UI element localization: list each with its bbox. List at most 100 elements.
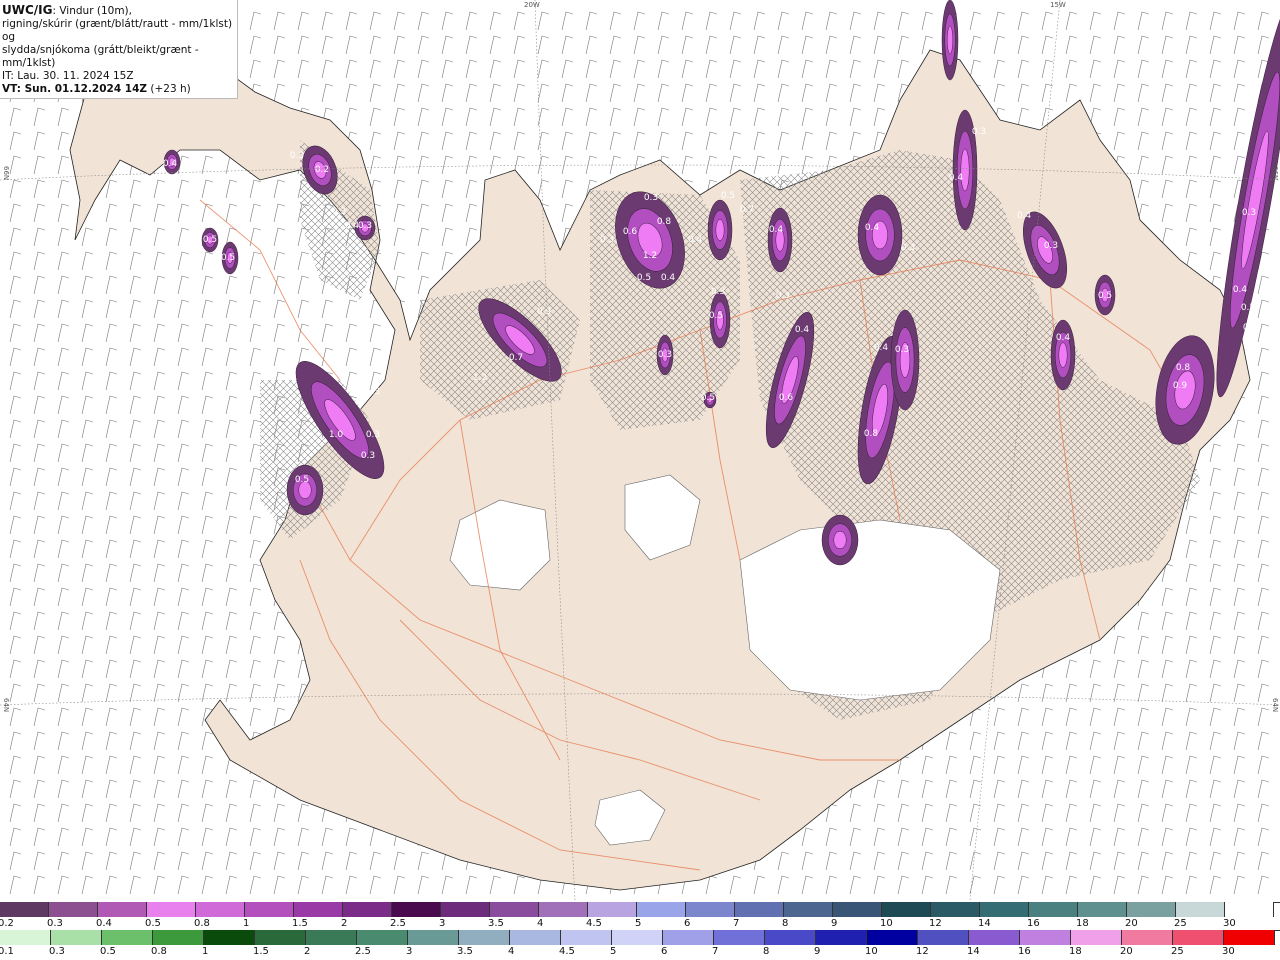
- precip-value-label: 0.3: [77, 235, 91, 245]
- rain-legend-swatch: [306, 930, 357, 945]
- snow-legend-swatch: [294, 902, 343, 917]
- snow-legend-tick-label: 18: [1076, 918, 1089, 929]
- snow-precip-area: [715, 219, 725, 241]
- rain-legend-tick-label: 2.5: [355, 946, 371, 957]
- rain-legend-tick-label: 3.5: [457, 946, 473, 957]
- rain-legend-tick-label: 0.5: [100, 946, 116, 957]
- precip-value-label: 0.8: [657, 217, 672, 227]
- precip-value-label: 0.4: [795, 325, 810, 335]
- rain-legend-swatch: [510, 930, 561, 945]
- rain-legend-tick-label: 10: [865, 946, 878, 957]
- rain-legend-tick-label: 3: [406, 946, 413, 957]
- rain-legend-swatch: [1224, 930, 1275, 945]
- rain-legend-tick-label: 20: [1120, 946, 1133, 957]
- model-name: UWC/IG: [2, 3, 53, 17]
- snow-legend-tick-label: 25: [1174, 918, 1187, 929]
- snow-legend-swatch: [833, 902, 882, 917]
- precip-value-label: 0.5: [721, 191, 735, 201]
- snow-precip-area: [833, 531, 847, 549]
- snow-legend-tick-label: 2.5: [390, 918, 406, 929]
- precip-value-label: 0.9: [537, 307, 552, 317]
- precip-value-label: 0.4: [345, 221, 360, 231]
- precip-value-label: 0.3: [972, 127, 986, 137]
- precip-value-label: 0.2: [864, 573, 878, 583]
- precip-value-label: 0.3: [1044, 241, 1058, 251]
- rain-legend-tick-label: 0.1: [0, 946, 14, 957]
- rain-legend-tick-label: 6: [661, 946, 668, 957]
- rain-legend-tick-label: 4.5: [559, 946, 575, 957]
- snow-precip-area: [960, 148, 970, 192]
- initial-time: IT: Lau. 30. 11. 2024 15Z: [2, 70, 134, 82]
- rain-legend-tick-label: 9: [814, 946, 821, 957]
- snow-legend-swatch: [392, 902, 441, 917]
- rain-legend-swatch: [561, 930, 612, 945]
- lon-label-20w: 20W: [524, 1, 540, 9]
- snow-legend-swatch: [98, 902, 147, 917]
- snow-legend-tick-label: 7: [733, 918, 740, 929]
- precip-value-label: 0.3: [290, 151, 304, 161]
- precip-value-label: 1.0: [329, 430, 344, 440]
- snow-legend-swatch: [49, 902, 98, 917]
- precip-value-label: 0.6: [1243, 323, 1258, 333]
- snow-description: slydda/snjókoma (grátt/bleikt/grænt - mm…: [2, 44, 199, 69]
- precip-value-label: 0.3: [332, 207, 346, 217]
- valid-time: VT: Sun. 01.12.2024 14Z: [2, 83, 148, 95]
- precip-value-label: 0.0: [881, 565, 896, 575]
- precip-value-label: 0.5: [295, 475, 309, 485]
- snow-legend-tick-label: 10: [880, 918, 893, 929]
- rain-legend-swatch: [1071, 930, 1122, 945]
- rain-legend-tick-label: 25: [1171, 946, 1184, 957]
- precip-value-label: 0.4: [163, 159, 178, 169]
- snow-legend-tick-label: 3: [439, 918, 446, 929]
- snow-legend-swatch: [539, 902, 588, 917]
- snow-legend-tick-label: 1: [243, 918, 250, 929]
- rain-legend-tick-label: 0.8: [151, 946, 167, 957]
- snow-legend-swatch: [637, 902, 686, 917]
- snow-legend-tick-label: 1.5: [292, 918, 308, 929]
- snow-legend-tick-label: 0.4: [96, 918, 112, 929]
- snow-hatch-area: [420, 280, 580, 420]
- rain-legend-swatch: [918, 930, 969, 945]
- snow-legend-tick-label: 6: [684, 918, 691, 929]
- rain-legend-tick-label: 12: [916, 946, 929, 957]
- rain-legend-tick-label: 18: [1069, 946, 1082, 957]
- snow-legend-swatch: [588, 902, 637, 917]
- snow-legend-tick-label: 9: [831, 918, 838, 929]
- precip-value-label: 0.9: [1173, 381, 1188, 391]
- snow-precip-area: [1058, 342, 1068, 368]
- snow-legend-tick-label: 5: [635, 918, 642, 929]
- rain-legend-swatch: [663, 930, 714, 945]
- rain-legend-swatch: [357, 930, 408, 945]
- lat-label-66n-right: 66N: [1271, 166, 1279, 181]
- precip-value-label: 0.5: [637, 273, 651, 283]
- snow-legend-swatch: [1127, 902, 1176, 917]
- precip-value-label: 0.4: [769, 225, 784, 235]
- precip-value-label: 0.3: [1242, 208, 1256, 218]
- precip-value-label: 0.3: [895, 345, 909, 355]
- rain-legend-tick-label: 4: [508, 946, 515, 957]
- precip-value-label: 0.3: [361, 451, 375, 461]
- precip-value-label: 1.3: [366, 387, 380, 397]
- snow-legend-swatch: [441, 902, 490, 917]
- rain-legend-swatch: [816, 930, 867, 945]
- snow-legend-tick-label: 0.2: [0, 918, 14, 929]
- snow-legend-swatch: [245, 902, 294, 917]
- precip-value-label: 0.5: [701, 393, 715, 403]
- rain-legend-tick-label: 1: [202, 946, 209, 957]
- rain-legend-swatch: [408, 930, 459, 945]
- precip-value-label: 0.5: [709, 311, 723, 321]
- precip-value-label: 0.4: [661, 273, 676, 283]
- snow-legend-swatch: [735, 902, 784, 917]
- snow-precip-area: [946, 25, 954, 55]
- rain-legend-swatch: [969, 930, 1020, 945]
- precip-value-label: 0.2: [315, 165, 329, 175]
- rain-legend-swatch: [459, 930, 510, 945]
- snow-legend-swatch: [1176, 902, 1225, 917]
- precip-value-label: 0.3: [776, 291, 790, 301]
- snow-legend-swatch: [490, 902, 539, 917]
- snow-legend-tick-label: 12: [929, 918, 942, 929]
- precip-value-label: 0.5: [203, 235, 217, 245]
- rain-legend-swatch: [1122, 930, 1173, 945]
- precip-value-label: 0.3: [711, 287, 725, 297]
- lat-label-66n-left: 66N: [2, 166, 10, 181]
